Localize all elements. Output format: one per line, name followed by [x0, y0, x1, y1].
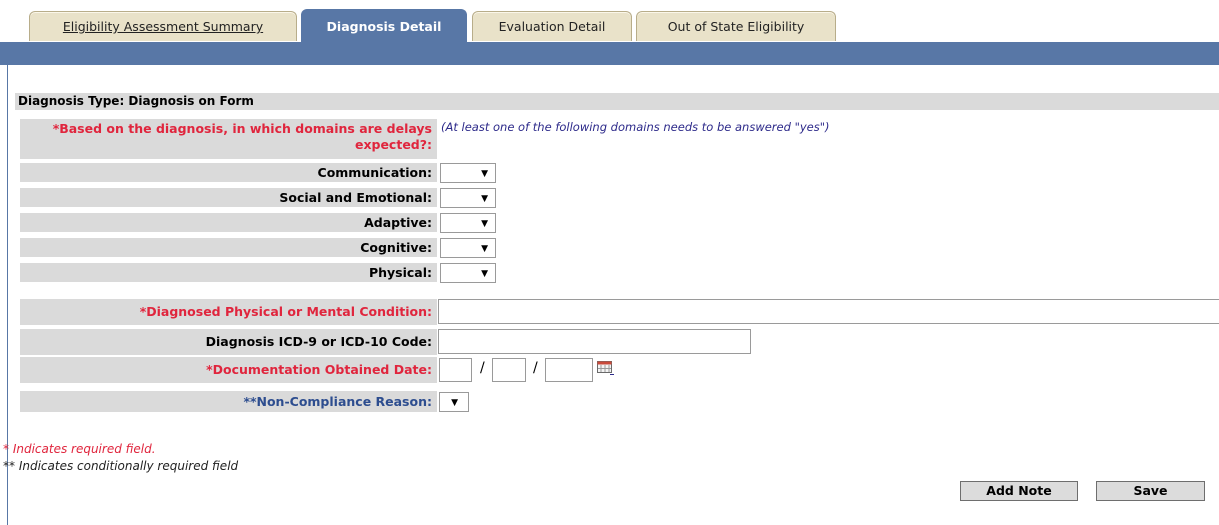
tab-bar: Eligibility Assessment Summary Diagnosis…: [0, 0, 1219, 42]
tab-label: Diagnosis Detail: [326, 19, 442, 34]
tab-label: Out of State Eligibility: [667, 19, 805, 34]
tab-label: Evaluation Detail: [498, 19, 606, 34]
save-button[interactable]: Save: [1096, 481, 1205, 501]
communication-select[interactable]: ▼: [440, 163, 496, 183]
noncompliance-reason-select[interactable]: ▼: [439, 392, 469, 412]
adaptive-label: Adaptive:: [20, 213, 437, 232]
noncompliance-reason-label: **Non-Compliance Reason:: [20, 391, 437, 412]
cognitive-label: Cognitive:: [20, 238, 437, 257]
required-field-note: * Indicates required field.: [3, 442, 156, 456]
icd-code-label: Diagnosis ICD-9 or ICD-10 Code:: [20, 329, 437, 355]
date-separator: /: [480, 360, 485, 376]
tab-label: Eligibility Assessment Summary: [62, 19, 264, 34]
tab-diagnosis-detail[interactable]: Diagnosis Detail: [301, 9, 467, 42]
documentation-date-label: *Documentation Obtained Date:: [20, 357, 437, 383]
calendar-icon[interactable]: [597, 361, 614, 375]
chevron-down-icon: ▼: [481, 194, 488, 204]
documentation-date-year-input[interactable]: [545, 358, 593, 382]
adaptive-select[interactable]: ▼: [440, 213, 496, 233]
tab-eligibility-assessment-summary[interactable]: Eligibility Assessment Summary: [29, 11, 297, 41]
physical-select[interactable]: ▼: [440, 263, 496, 283]
add-note-button[interactable]: Add Note: [960, 481, 1078, 501]
diagnosed-condition-input[interactable]: [438, 299, 1219, 324]
chevron-down-icon: ▼: [481, 219, 488, 229]
domains-hint: (At least one of the following domains n…: [441, 120, 830, 134]
icd-code-input[interactable]: [438, 329, 751, 354]
diagnosis-type-heading: Diagnosis Type: Diagnosis on Form: [15, 93, 1219, 110]
tab-evaluation-detail[interactable]: Evaluation Detail: [472, 11, 632, 41]
chevron-down-icon: ▼: [481, 269, 488, 279]
social-emotional-label: Social and Emotional:: [20, 188, 437, 207]
chevron-down-icon: ▼: [481, 244, 488, 254]
chevron-down-icon: ▼: [481, 169, 488, 179]
domains-question-label: *Based on the diagnosis, in which domain…: [20, 119, 437, 159]
communication-label: Communication:: [20, 163, 437, 182]
cognitive-select[interactable]: ▼: [440, 238, 496, 258]
diagnosed-condition-label: *Diagnosed Physical or Mental Condition:: [20, 299, 437, 325]
documentation-date-month-input[interactable]: [439, 358, 472, 382]
conditional-field-note: ** Indicates conditionally required fiel…: [3, 459, 239, 473]
date-separator: /: [533, 360, 538, 376]
tab-content-header-bar: [0, 42, 1219, 65]
social-emotional-select[interactable]: ▼: [440, 188, 496, 208]
chevron-down-icon: ▼: [451, 398, 458, 408]
physical-label: Physical:: [20, 263, 437, 282]
tab-out-of-state-eligibility[interactable]: Out of State Eligibility: [636, 11, 836, 41]
content-left-border: [7, 65, 8, 525]
documentation-date-day-input[interactable]: [492, 358, 526, 382]
